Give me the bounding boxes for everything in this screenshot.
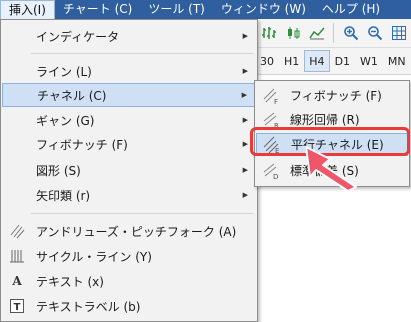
pitchfork-icon [8, 222, 26, 240]
text-label-icon: T [8, 297, 26, 315]
menu-separator [31, 213, 253, 214]
submenu-arrow-icon: ▶ [242, 32, 248, 40]
submenu-arrow-icon: ▶ [242, 116, 248, 124]
grid-icon[interactable] [388, 23, 409, 44]
submenu-arrow-icon: ▶ [242, 191, 248, 199]
submenu-item-fibonacci-channel[interactable]: F フィボナッチ (F) [256, 84, 408, 107]
line-chart-icon[interactable] [306, 23, 327, 44]
insert-menu: インディケータ ▶ ライン (L) ▶ チャネル (C) ▶ ギャン (G) ▶… [0, 19, 258, 322]
menu-item-gann[interactable]: ギャン (G) ▶ [2, 108, 256, 132]
menu-item-line[interactable]: ライン (L) ▶ [2, 59, 256, 83]
menu-item-text-label[interactable]: T テキストラベル (b) [2, 294, 256, 318]
submenu-item-label: 線形回帰 (R) [290, 113, 360, 127]
menu-item-channel[interactable]: チャネル (C) ▶ [2, 83, 256, 107]
menu-item-fibonacci[interactable]: フィボナッチ (F) ▶ [2, 132, 256, 156]
zoom-out-icon[interactable] [364, 23, 385, 44]
menu-item-label: チャネル (C) [37, 88, 107, 103]
timeframe-bar: 30 H1 H4 D1 W1 MN [252, 48, 411, 75]
fibonacci-channel-icon: F [262, 87, 280, 106]
menu-help[interactable]: ヘルプ (H) [314, 0, 388, 19]
zoom-in-icon[interactable] [340, 23, 361, 44]
cycle-lines-icon [8, 247, 26, 265]
menu-window[interactable]: ウィンドウ (W) [213, 0, 314, 19]
menu-item-label: ギャン (G) [36, 113, 95, 128]
menu-item-label: アンドリューズ・ピッチフォーク (A) [36, 224, 237, 239]
submenu-arrow-icon: ▶ [242, 166, 248, 174]
menu-chart[interactable]: チャート (C) [55, 0, 140, 19]
submenu-arrow-icon: ▶ [241, 91, 247, 99]
timeframe-h1[interactable]: H1 [279, 50, 304, 72]
menu-item-text[interactable]: A テキスト (x) [2, 269, 256, 293]
menu-item-indicators[interactable]: インディケータ ▶ [2, 24, 256, 48]
menu-tools[interactable]: ツール (T) [140, 0, 213, 19]
menu-item-label: サイクル・ライン (Y) [36, 249, 152, 264]
menu-item-label: ライン (L) [36, 64, 92, 79]
menu-item-label: テキストラベル (b) [36, 299, 141, 314]
submenu-arrow-icon: ▶ [242, 140, 248, 148]
menu-separator [31, 53, 253, 54]
menu-item-label: テキスト (x) [36, 274, 104, 289]
menu-item-cycle-lines[interactable]: サイクル・ライン (Y) [2, 244, 256, 268]
annotation-arrow-icon [305, 146, 357, 192]
timeframe-d1[interactable]: D1 [330, 50, 355, 72]
menu-insert[interactable]: 挿入(I) [0, 0, 55, 19]
menu-item-arrows[interactable]: 矢印類 (r) ▶ [2, 183, 256, 207]
toolbar-separator [333, 23, 334, 43]
svg-text:F: F [274, 98, 278, 105]
submenu-item-label: フィボナッチ (F) [290, 89, 382, 103]
svg-text:T: T [14, 302, 21, 313]
toolbar [252, 19, 411, 48]
timeframe-w1[interactable]: W1 [355, 50, 383, 72]
menu-item-label: 図形 (S) [36, 163, 81, 178]
submenu-arrow-icon: ▶ [242, 67, 248, 75]
svg-text:D: D [273, 173, 278, 180]
timeframe-mn[interactable]: MN [383, 50, 411, 72]
regression-channel-icon: R [262, 111, 280, 130]
candlestick-icon[interactable] [282, 23, 303, 44]
menu-item-label: インディケータ [36, 29, 120, 44]
menu-item-andrews-pitchfork[interactable]: アンドリューズ・ピッチフォーク (A) [2, 219, 256, 243]
menu-item-shapes[interactable]: 図形 (S) ▶ [2, 158, 256, 182]
menubar: 挿入(I) チャート (C) ツール (T) ウィンドウ (W) ヘルプ (H) [0, 0, 411, 19]
timeframe-h4[interactable]: H4 [304, 50, 330, 72]
text-icon: A [12, 274, 22, 288]
menu-item-label: フィボナッチ (F) [36, 137, 128, 152]
menu-item-label: 矢印類 (r) [36, 188, 91, 203]
chart-bar-icon[interactable] [258, 23, 279, 44]
timeframe-m30[interactable]: 30 [255, 50, 279, 72]
stddev-channel-icon: D [262, 162, 280, 181]
